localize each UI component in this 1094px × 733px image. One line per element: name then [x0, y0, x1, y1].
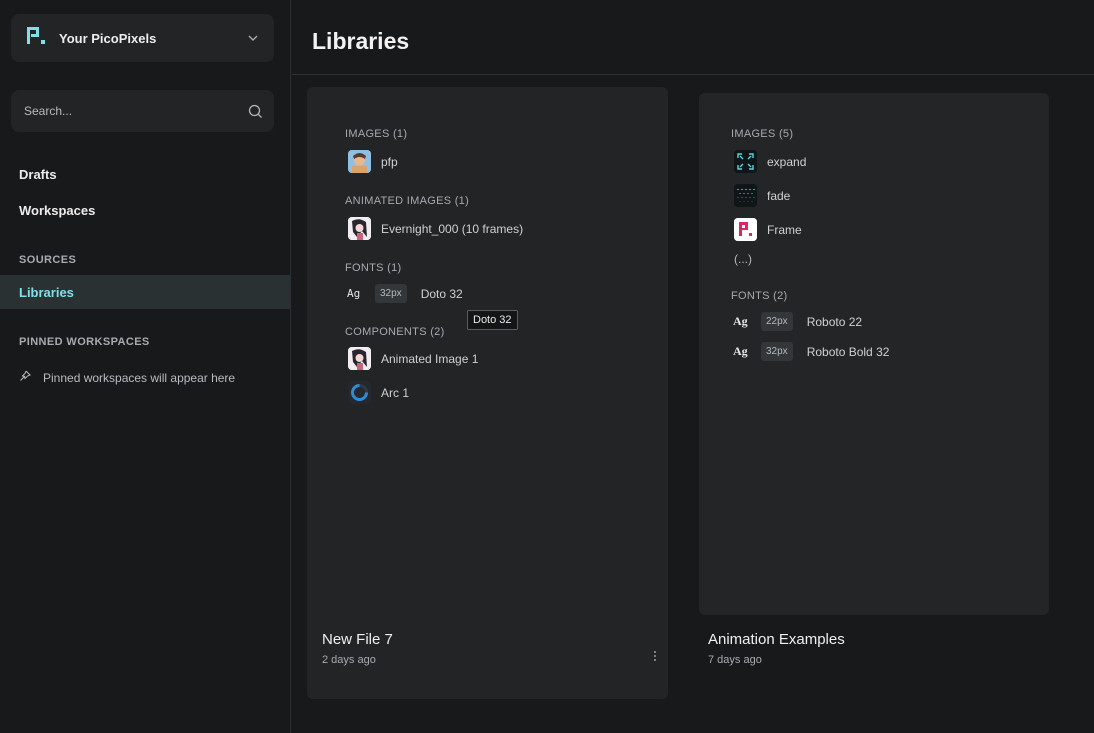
- font-name: Roboto 22: [806, 314, 863, 329]
- asset-row[interactable]: Evernight_000 (10 frames): [348, 217, 523, 240]
- nav-drafts[interactable]: Drafts: [0, 157, 290, 191]
- font-preview-glyph: Ag: [347, 287, 361, 300]
- header-divider: [292, 74, 1094, 75]
- fade-thumbnail: [734, 184, 757, 207]
- card-modified-date: 2 days ago: [322, 654, 376, 666]
- workspace-name: Your PicoPixels: [59, 30, 157, 46]
- workspace-switcher[interactable]: Your PicoPixels: [11, 14, 274, 62]
- font-preview-glyph: Ag: [733, 314, 748, 328]
- search-box: [11, 90, 274, 132]
- font-size-badge: 32px: [761, 342, 793, 361]
- group-label-fonts: FONTS (2): [731, 290, 788, 302]
- asset-row[interactable]: expand: [734, 150, 806, 173]
- asset-name: Frame: [767, 222, 802, 237]
- page-title: Libraries: [312, 28, 410, 54]
- pfp-thumbnail: [348, 150, 371, 173]
- component-row[interactable]: Animated Image 1: [348, 347, 478, 370]
- group-label-components: COMPONENTS (2): [345, 326, 445, 338]
- component-name: Arc 1: [381, 385, 410, 400]
- search-input[interactable]: [24, 104, 224, 118]
- asset-name: fade: [767, 188, 791, 203]
- group-label-fonts: FONTS (1): [345, 262, 402, 274]
- asset-row[interactable]: Frame: [734, 218, 802, 241]
- font-row[interactable]: Ag 32px Roboto Bold 32: [733, 342, 889, 361]
- group-label-animated-images: ANIMATED IMAGES (1): [345, 195, 470, 207]
- pinned-empty-note: Pinned workspaces will appear here: [19, 370, 235, 385]
- arc-thumbnail: [348, 381, 371, 404]
- asset-row[interactable]: pfp: [348, 150, 398, 173]
- component-row[interactable]: Arc 1: [348, 381, 409, 404]
- component-name: Animated Image 1: [381, 351, 479, 366]
- animated-image-thumbnail: [348, 347, 371, 370]
- nav-workspaces[interactable]: Workspaces: [0, 193, 290, 227]
- expand-thumbnail: [734, 150, 757, 173]
- font-tooltip: Doto 32: [467, 310, 518, 330]
- font-preview-glyph: Ag: [733, 344, 748, 358]
- asset-name: Evernight_000 (10 frames): [381, 221, 524, 236]
- card-title[interactable]: Animation Examples: [708, 631, 845, 648]
- chevron-down-icon: [246, 31, 260, 50]
- sidebar: Your PicoPixels Drafts Workspaces SOURCE…: [0, 0, 291, 733]
- more-vertical-icon[interactable]: [648, 648, 662, 664]
- nav-libraries[interactable]: Libraries: [0, 275, 290, 309]
- font-name: Doto 32: [420, 286, 463, 301]
- font-name: Roboto Bold 32: [806, 344, 890, 359]
- pin-icon: [19, 370, 31, 385]
- font-size-badge: 32px: [375, 284, 407, 303]
- font-row[interactable]: Ag 22px Roboto 22: [733, 312, 862, 331]
- sources-section-label: SOURCES: [19, 254, 77, 266]
- asset-name: expand: [767, 154, 807, 169]
- pinned-section-label: PINNED WORKSPACES: [19, 336, 150, 348]
- group-label-images: IMAGES (1): [345, 128, 408, 140]
- font-row[interactable]: Ag 32px Doto 32: [347, 284, 463, 303]
- font-size-badge: 22px: [761, 312, 793, 331]
- picopixels-logo-icon: [26, 26, 46, 51]
- asset-row[interactable]: fade: [734, 184, 790, 207]
- search-icon[interactable]: [248, 104, 263, 124]
- frame-thumbnail: [734, 218, 757, 241]
- more-images-indicator: (...): [734, 252, 752, 266]
- card-title[interactable]: New File 7: [322, 631, 393, 648]
- group-label-images: IMAGES (5): [731, 128, 794, 140]
- asset-name: pfp: [381, 154, 398, 169]
- pinned-empty-text: Pinned workspaces will appear here: [43, 370, 236, 385]
- card-modified-date: 7 days ago: [708, 654, 762, 666]
- evernight-thumbnail: [348, 217, 371, 240]
